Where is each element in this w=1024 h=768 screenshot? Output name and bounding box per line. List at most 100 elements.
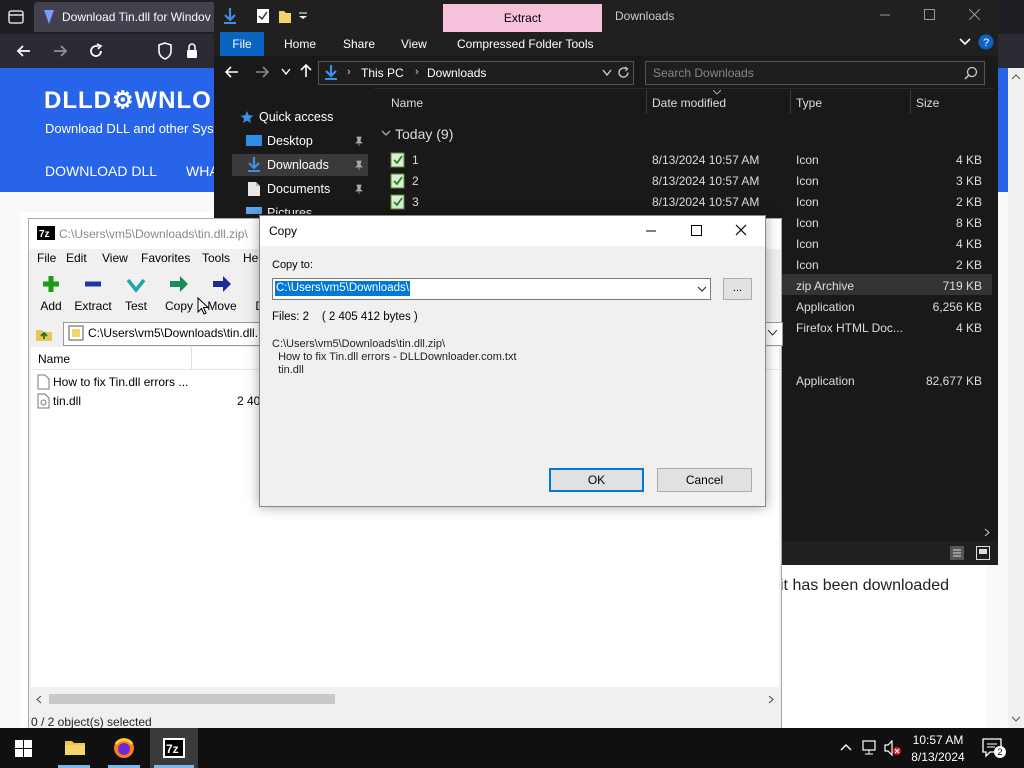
file-name[interactable]: 2 [412, 174, 419, 188]
windows-start-icon[interactable] [15, 740, 32, 757]
taskbar-7zip[interactable]: 7z [150, 728, 198, 768]
new-folder-icon[interactable] [278, 8, 292, 24]
scroll-down-icon[interactable] [1012, 716, 1020, 722]
nav-item-downloads[interactable]: Downloads [232, 154, 368, 176]
archive-file-name[interactable]: How to fix Tin.dll errors ... [53, 375, 188, 389]
sevenzip-horizontal-scrollbar[interactable] [31, 691, 779, 707]
clock-date[interactable]: 8/13/2024 [906, 750, 970, 764]
taskbar-file-explorer[interactable] [50, 728, 98, 768]
file-name[interactable]: 3 [412, 195, 419, 209]
ok-button[interactable]: OK [549, 468, 644, 492]
column-date-header[interactable]: Date modified [652, 96, 726, 110]
download-arrow-icon[interactable] [222, 7, 238, 25]
column-name-header[interactable]: Name [391, 96, 423, 110]
menu-help[interactable]: He [243, 251, 258, 265]
browser-scrollbar[interactable] [1008, 68, 1024, 728]
copy-to-combobox[interactable]: C:\Users\vm5\Downloads\ [272, 278, 711, 300]
file-name[interactable]: 1 [412, 153, 419, 167]
column-type-header[interactable]: Type [796, 96, 822, 110]
breadcrumb-this-pc[interactable]: This PC [361, 66, 404, 80]
properties-icon[interactable] [256, 8, 270, 24]
clock-time[interactable]: 10:57 AM [906, 733, 970, 747]
extract-button[interactable]: Extract [71, 274, 115, 318]
explorer-forward-icon[interactable] [254, 64, 270, 80]
nav-item-desktop[interactable]: Desktop [232, 130, 368, 152]
shield-icon[interactable] [155, 41, 175, 61]
menu-view[interactable]: View [102, 251, 128, 265]
site-logo[interactable]: DLLD⚙WNLO [44, 86, 212, 115]
ribbon-home-tab[interactable]: Home [284, 37, 316, 51]
menu-file[interactable]: File [37, 251, 56, 265]
scroll-right-icon[interactable] [768, 695, 774, 704]
group-header-today[interactable]: Today (9) [395, 126, 453, 142]
maximize-icon[interactable] [924, 9, 935, 20]
file-type: Icon [796, 195, 819, 209]
nav-item-documents[interactable]: Documents [232, 178, 368, 200]
notifications-icon[interactable]: 2 [982, 738, 1006, 758]
refresh-icon[interactable] [617, 66, 630, 79]
volume-muted-icon[interactable] [884, 740, 902, 756]
file-type: Icon [796, 153, 819, 167]
file-type: Icon [796, 174, 819, 188]
copy-button[interactable]: Copy [157, 274, 201, 318]
add-button[interactable]: Add [29, 274, 73, 318]
extract-context-tab[interactable]: Extract [443, 4, 602, 32]
column-name-header[interactable]: Name [38, 352, 70, 366]
cancel-button[interactable]: Cancel [657, 468, 752, 492]
quick-access-label[interactable]: Quick access [259, 110, 333, 124]
forward-arrow-icon[interactable] [50, 41, 70, 61]
copy-to-value[interactable]: C:\Users\vm5\Downloads\ [275, 281, 410, 296]
scroll-right-icon[interactable] [984, 528, 990, 537]
explorer-back-icon[interactable] [224, 64, 240, 80]
group-collapse-icon[interactable] [381, 130, 391, 137]
taskbar-firefox[interactable] [100, 728, 148, 768]
test-button[interactable]: Test [114, 274, 158, 318]
search-icon [964, 66, 978, 80]
explorer-search-box[interactable]: Search Downloads [645, 61, 985, 85]
recent-locations-icon[interactable] [281, 68, 291, 76]
browse-button[interactable]: ... [723, 278, 752, 300]
delete-button[interactable]: De [241, 274, 261, 318]
help-icon[interactable]: ? [978, 34, 994, 50]
menu-favorites[interactable]: Favorites [141, 251, 190, 265]
site-subtitle: Download DLL and other Sys [45, 121, 214, 136]
scroll-up-icon[interactable] [1012, 74, 1020, 80]
lock-icon[interactable] [182, 41, 202, 61]
archive-file-size: 2 40 [237, 394, 261, 408]
scroll-left-icon[interactable] [36, 695, 42, 704]
ribbon-share-tab[interactable]: Share [343, 37, 375, 51]
menu-edit[interactable]: Edit [66, 251, 87, 265]
back-arrow-icon[interactable] [14, 41, 34, 61]
ribbon-compressed-tab[interactable]: Compressed Folder Tools [457, 37, 594, 51]
network-icon[interactable] [862, 740, 880, 756]
ribbon-file-tab[interactable]: File [220, 32, 264, 56]
ribbon-expand-chevron-icon[interactable] [959, 38, 971, 46]
minimize-icon[interactable] [880, 14, 890, 16]
explorer-address-bar[interactable]: › This PC › Downloads [318, 61, 634, 85]
ribbon-view-tab[interactable]: View [401, 37, 427, 51]
reload-icon[interactable] [86, 41, 106, 61]
details-view-icon[interactable] [950, 546, 964, 560]
up-folder-icon[interactable] [298, 63, 314, 79]
nav-download-dll[interactable]: DOWNLOAD DLL [45, 163, 157, 179]
breadcrumb-downloads[interactable]: Downloads [427, 66, 486, 80]
tab-list-icon[interactable] [8, 9, 24, 25]
up-folder-icon[interactable] [35, 324, 53, 342]
maximize-icon[interactable] [685, 220, 707, 242]
large-icons-view-icon[interactable] [976, 546, 990, 560]
browser-tab-active[interactable]: Download Tin.dll for Windov [34, 2, 224, 32]
address-dropdown-icon[interactable] [602, 69, 612, 77]
menu-tools[interactable]: Tools [202, 251, 230, 265]
quick-access-dropdown-icon[interactable] [298, 12, 308, 20]
nav-item-pictures[interactable]: Pictures [232, 202, 368, 214]
close-icon[interactable] [730, 220, 752, 242]
scroll-thumb[interactable] [49, 694, 335, 704]
minimize-icon[interactable] [640, 220, 662, 242]
archive-file-name[interactable]: tin.dll [53, 394, 81, 408]
close-icon[interactable] [969, 9, 980, 20]
path-dropdown-icon[interactable] [768, 330, 777, 336]
source-path-line: C:\Users\vm5\Downloads\tin.dll.zip\ [272, 338, 446, 350]
column-size-header[interactable]: Size [916, 96, 939, 110]
chevron-down-icon[interactable] [697, 286, 707, 292]
show-hidden-icons-chevron-icon[interactable] [840, 743, 852, 751]
